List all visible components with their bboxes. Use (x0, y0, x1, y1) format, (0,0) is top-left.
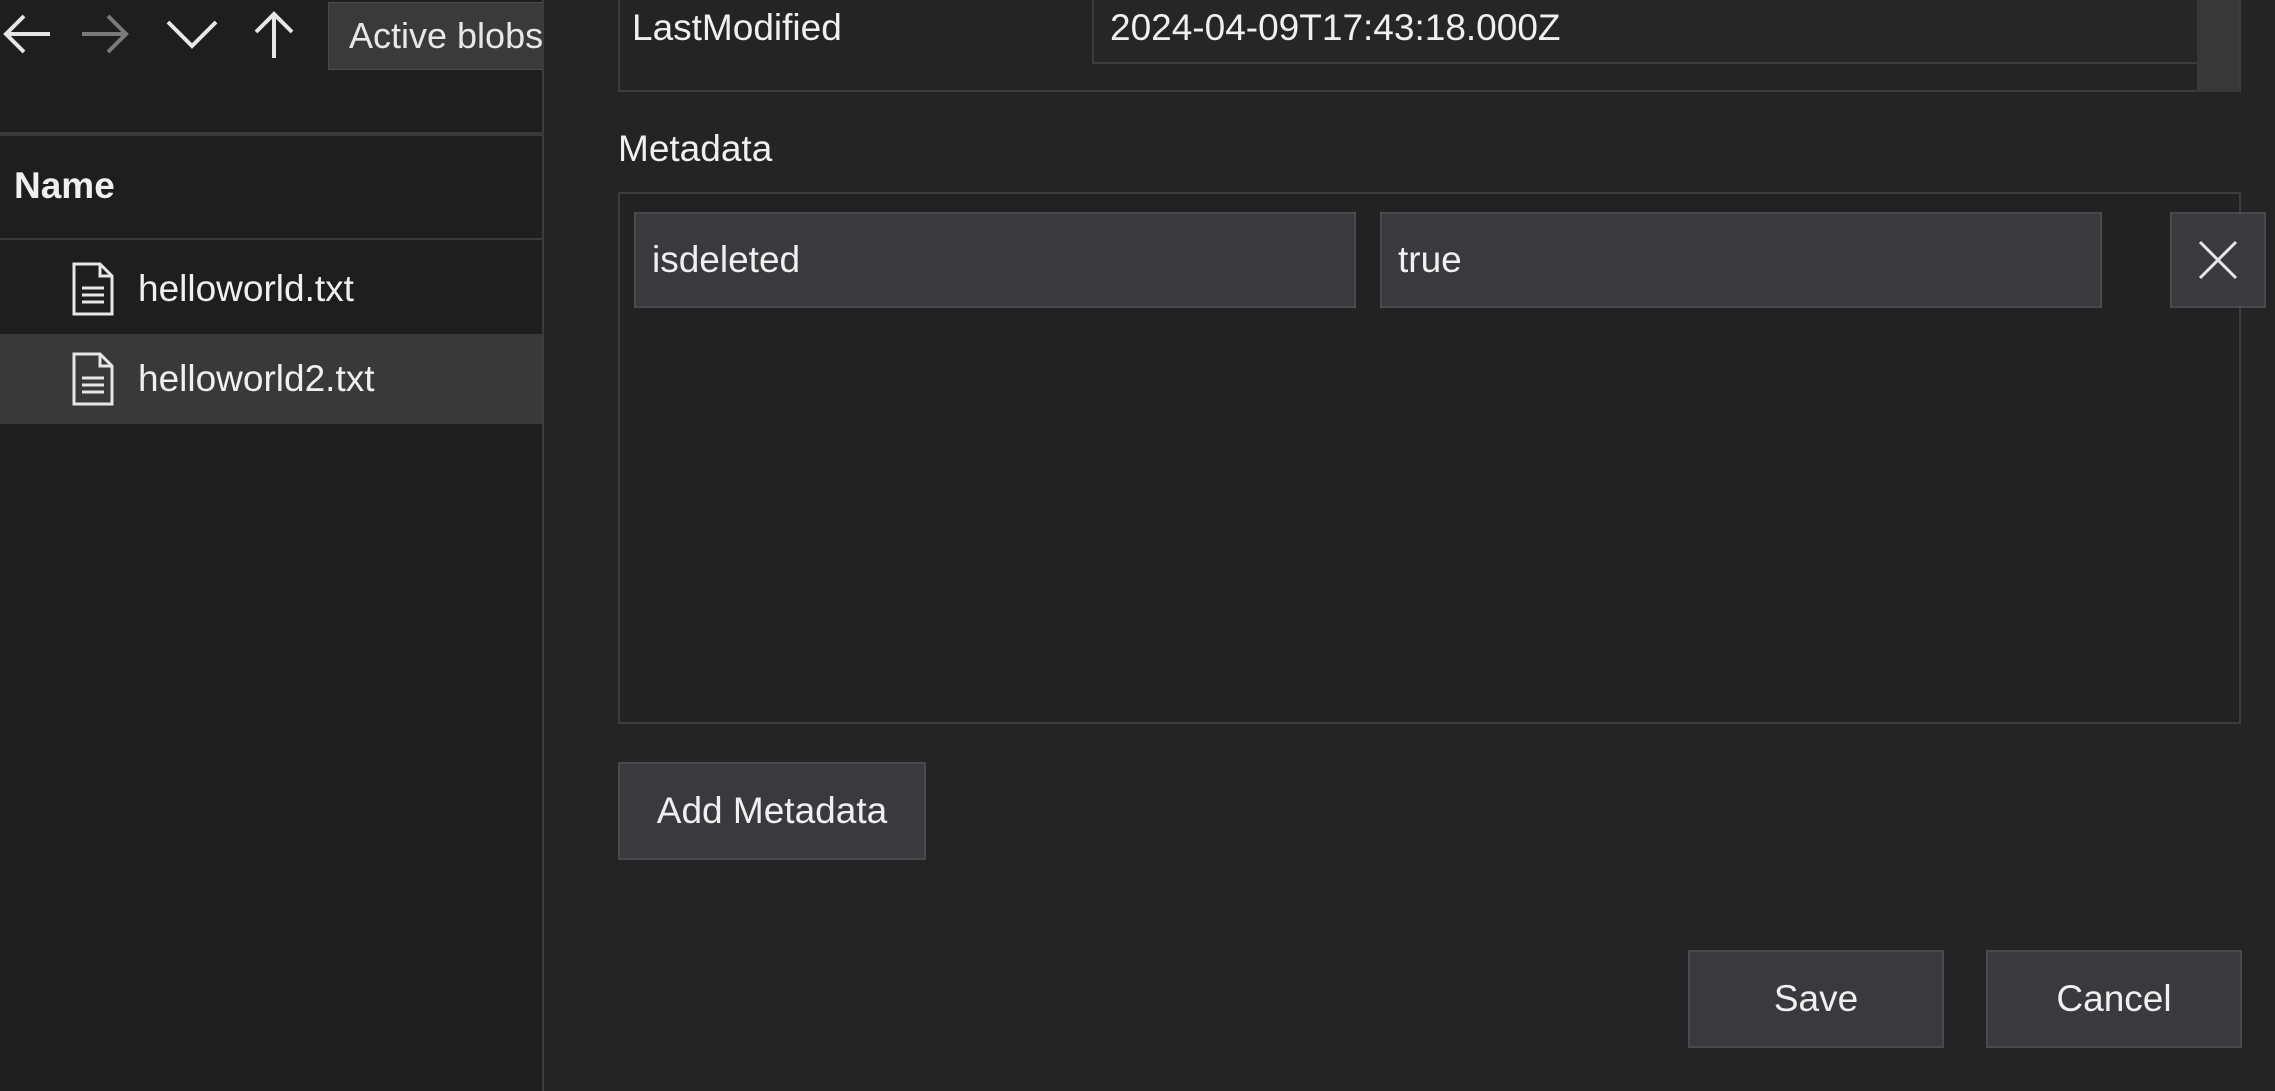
metadata-label: Metadata (618, 128, 773, 169)
file-name: helloworld.txt (138, 268, 354, 309)
blob-properties-dialog: LastModified 2024-04-09T17:43:18.000Z Me… (542, 0, 2275, 1091)
file-name: helloworld2.txt (138, 358, 375, 399)
add-metadata-button[interactable]: Add Metadata (618, 762, 926, 860)
column-header-name[interactable]: Name (14, 165, 115, 207)
remove-metadata-button[interactable] (2170, 212, 2266, 308)
header-divider (0, 238, 542, 240)
cancel-button[interactable]: Cancel (1986, 950, 2242, 1048)
properties-table: LastModified 2024-04-09T17:43:18.000Z (618, 0, 2241, 92)
metadata-key-input[interactable]: isdeleted (634, 212, 1356, 308)
chevron-down-icon (166, 20, 218, 49)
file-list-item[interactable]: helloworld.txt (0, 244, 542, 334)
up-button[interactable] (244, 4, 304, 64)
explorer-pane: Active blobs Name helloworld.txt hellowo… (0, 0, 542, 1091)
document-icon (70, 351, 116, 407)
address-bar[interactable]: Active blobs (328, 2, 542, 70)
metadata-list: isdeleted true (618, 192, 2266, 724)
toolbar-divider (0, 132, 542, 136)
back-button[interactable] (0, 4, 56, 64)
forward-button[interactable] (76, 4, 136, 64)
close-icon (2198, 240, 2238, 280)
document-icon (70, 261, 116, 317)
property-value[interactable]: 2024-04-09T17:43:18.000Z (1092, 0, 2202, 64)
arrow-left-icon (3, 14, 50, 54)
save-button[interactable]: Save (1688, 950, 1944, 1048)
properties-scrollbar[interactable] (2197, 0, 2239, 92)
arrow-right-icon (82, 14, 129, 54)
metadata-value-input[interactable]: true (1380, 212, 2102, 308)
recent-locations-button[interactable] (162, 4, 222, 64)
property-key: LastModified (632, 7, 842, 48)
file-list-item-selected[interactable]: helloworld2.txt (0, 334, 542, 424)
app-window: Active blobs Name helloworld.txt hellowo… (0, 0, 2275, 1091)
arrow-up-icon (254, 11, 294, 58)
